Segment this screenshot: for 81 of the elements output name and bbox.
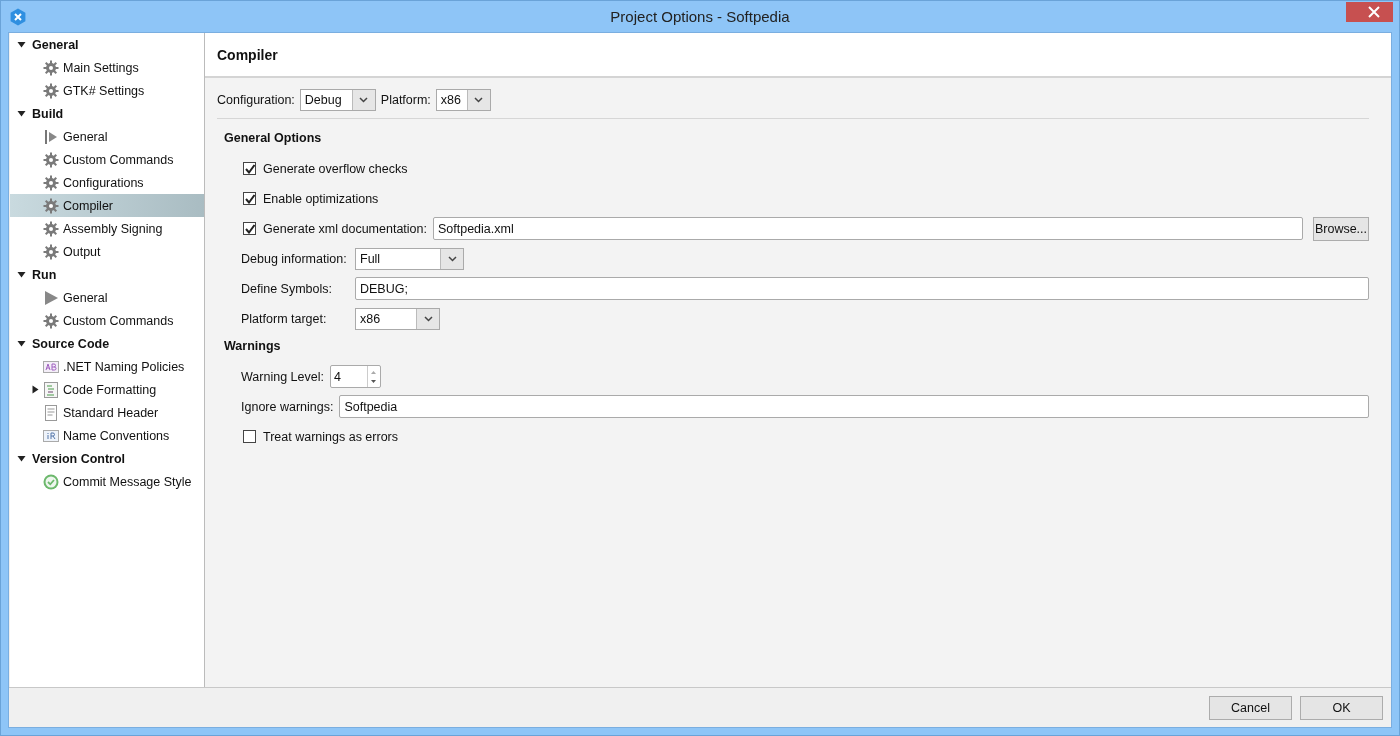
text-field[interactable]: DEBUG;: [355, 277, 1369, 300]
gear-icon: [43, 243, 59, 260]
dropdown[interactable]: x86: [435, 89, 491, 111]
field-label: Warning Level:: [241, 369, 324, 384]
sidebar-item[interactable]: Code Formatting: [10, 378, 204, 401]
category-label: Source Code: [32, 336, 110, 351]
checkbox[interactable]: [243, 430, 256, 443]
checkbox-label: Enable optimizations: [263, 191, 379, 206]
sidebar-item[interactable]: Assembly Signing: [10, 217, 204, 240]
sidebar-item[interactable]: Name Conventions: [10, 424, 204, 447]
browse-button[interactable]: Browse...: [1313, 216, 1369, 241]
category-header[interactable]: Run: [10, 263, 204, 286]
check-circle-icon: [43, 473, 59, 490]
checkmark-icon: [244, 193, 255, 204]
text-field[interactable]: Softpedia.xml: [433, 217, 1303, 240]
sidebar-item[interactable]: General: [10, 125, 204, 148]
dialog-button[interactable]: Cancel: [1209, 695, 1292, 720]
field-label: Debug information:: [241, 251, 348, 266]
sidebar-item[interactable]: .NET Naming Policies: [10, 355, 204, 378]
section-title: General Options: [224, 131, 323, 147]
document-icon: [43, 404, 59, 421]
field-label: Platform target:: [241, 311, 328, 326]
category-label: Build: [32, 106, 64, 121]
text-field[interactable]: Softpedia: [339, 395, 1369, 418]
window-title: Project Options - Softpedia: [609, 8, 791, 25]
dropdown[interactable]: Full: [355, 247, 464, 270]
checkbox[interactable]: [243, 192, 256, 205]
page-title: Compiler: [217, 46, 278, 63]
gear-icon: [43, 312, 59, 329]
category-header[interactable]: General: [10, 33, 204, 56]
naming-policy-icon: [43, 358, 59, 375]
gear-icon: [43, 59, 59, 76]
sidebar-item[interactable]: Output: [10, 240, 204, 263]
checkmark-icon: [244, 163, 255, 174]
category-label: General: [32, 37, 79, 52]
chevron-down-icon: [359, 97, 369, 103]
sidebar-item[interactable]: General: [10, 286, 204, 309]
sidebar-item[interactable]: GTK# Settings: [10, 79, 204, 102]
sidebar-item[interactable]: Custom Commands: [10, 148, 204, 171]
close-icon: [1367, 5, 1380, 18]
checkbox[interactable]: [243, 162, 256, 175]
category-label: Version Control: [32, 451, 126, 466]
app-logo-icon: [9, 7, 27, 26]
gear-icon: [43, 82, 59, 99]
play-icon: [43, 289, 59, 306]
chevron-down-icon: [447, 255, 457, 262]
gear-icon: [43, 174, 59, 191]
spin-box[interactable]: 4: [329, 365, 381, 388]
section-title: Warnings: [224, 339, 282, 355]
checkbox-label: Treat warnings as errors: [263, 429, 398, 444]
dropdown[interactable]: x86: [355, 307, 440, 330]
sidebar-item[interactable]: Standard Header: [10, 401, 204, 424]
dialog-button[interactable]: OK: [1300, 695, 1383, 720]
name-convention-icon: [43, 427, 59, 444]
category-header[interactable]: Version Control: [10, 447, 204, 470]
sidebar-item[interactable]: Main Settings: [10, 56, 204, 79]
close-button[interactable]: [1346, 1, 1393, 22]
sidebar-item[interactable]: Custom Commands: [10, 309, 204, 332]
field-label: Ignore warnings:: [241, 399, 334, 414]
gear-icon: [43, 151, 59, 168]
field-label: Platform:: [380, 93, 431, 107]
chevron-down-icon: [423, 315, 433, 322]
category-label: Run: [32, 267, 57, 282]
bar-play-icon: [43, 128, 59, 145]
sidebar-item[interactable]: Configurations: [10, 171, 204, 194]
checkbox[interactable]: [243, 222, 256, 235]
code-format-icon: [43, 381, 59, 398]
sidebar-item[interactable]: Compiler: [10, 194, 204, 217]
sidebar-item[interactable]: Commit Message Style: [10, 470, 204, 493]
gear-icon: [43, 220, 59, 237]
field-label: Define Symbols:: [241, 281, 333, 296]
checkbox-label: Generate xml documentation:: [263, 221, 427, 236]
spin-arrows-icon: [370, 368, 378, 385]
chevron-down-icon: [474, 97, 484, 103]
dropdown[interactable]: Debug: [299, 89, 376, 111]
checkmark-icon: [244, 223, 255, 234]
category-header[interactable]: Source Code: [10, 332, 204, 355]
gear-icon: [43, 197, 59, 214]
category-header[interactable]: Build: [10, 102, 204, 125]
field-label: Configuration:: [217, 93, 295, 107]
checkbox-label: Generate overflow checks: [263, 161, 408, 176]
